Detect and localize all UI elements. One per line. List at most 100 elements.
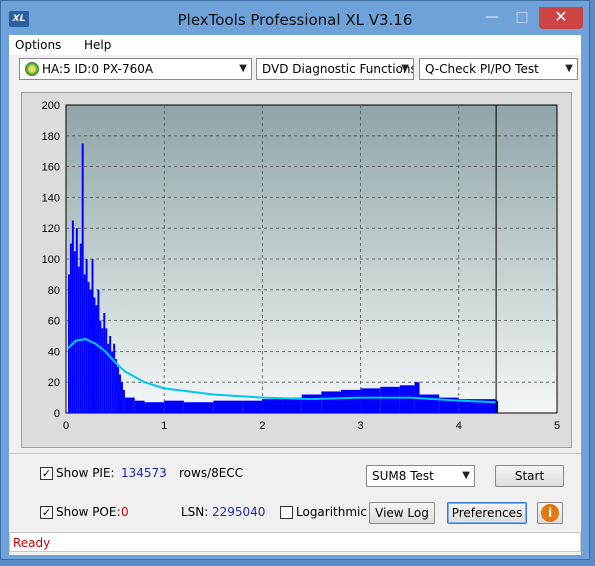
- logarithmic-label: Logarithmic: [296, 505, 367, 519]
- function-select-value: DVD Diagnostic Functions: [262, 62, 414, 76]
- pie-bar: [124, 397, 135, 413]
- function-select[interactable]: DVD Diagnostic Functions ▼: [256, 58, 414, 80]
- status-bar: Ready: [9, 532, 581, 552]
- test-select-value: Q-Check PI/PO Test: [425, 62, 539, 76]
- close-icon[interactable]: ✕: [539, 7, 583, 29]
- logarithmic-checkbox[interactable]: [280, 506, 293, 519]
- poe-value: 0: [121, 505, 129, 519]
- pie-bar: [213, 400, 243, 413]
- client-area: Options Help HA:5 ID:0 PX-760A ▼ DVD Dia…: [9, 35, 581, 555]
- pie-bar: [109, 336, 112, 413]
- pie-bar: [144, 402, 165, 413]
- menu-bar: Options Help: [9, 35, 581, 55]
- y-tick-label: 160: [42, 162, 60, 174]
- pie-bar: [262, 399, 283, 413]
- pie-bar: [75, 228, 78, 413]
- drive-select[interactable]: HA:5 ID:0 PX-760A ▼: [19, 58, 252, 80]
- pie-bar: [101, 328, 104, 413]
- x-tick-label: 2: [259, 420, 265, 432]
- pie-bar: [83, 274, 86, 413]
- drive-select-value: HA:5 ID:0 PX-760A: [42, 62, 154, 76]
- pie-bar: [117, 366, 120, 413]
- pie-bar: [399, 385, 415, 413]
- pie-bar: [69, 243, 72, 413]
- y-tick-label: 140: [42, 192, 60, 204]
- show-poe-checkbox[interactable]: ✓: [40, 506, 53, 519]
- pie-bar: [81, 143, 84, 413]
- pie-bar: [122, 389, 125, 413]
- sum-test-select[interactable]: SUM8 Test ▼: [366, 465, 475, 487]
- sum-test-value: SUM8 Test: [372, 469, 434, 483]
- pie-bar: [115, 359, 118, 413]
- x-tick-label: 3: [358, 420, 364, 432]
- pie-bar: [89, 289, 92, 413]
- pie-bar: [73, 251, 76, 413]
- y-tick-label: 0: [54, 408, 60, 420]
- menu-help[interactable]: Help: [84, 38, 111, 52]
- pie-bar: [113, 343, 116, 413]
- pie-bar: [97, 289, 100, 413]
- preferences-button[interactable]: Preferences: [447, 502, 527, 524]
- pie-bar: [282, 397, 302, 413]
- show-pie-checkbox[interactable]: ✓: [40, 467, 53, 480]
- y-tick-label: 200: [42, 100, 60, 112]
- y-tick-label: 180: [42, 131, 60, 143]
- y-tick-label: 20: [48, 377, 60, 389]
- show-poe-label: Show POE:: [56, 505, 121, 519]
- pie-bar: [164, 400, 184, 413]
- x-tick-label: 1: [161, 420, 167, 432]
- pie-bar: [93, 297, 96, 413]
- y-tick-label: 100: [42, 254, 60, 266]
- pie-bar: [103, 312, 106, 413]
- y-tick-label: 60: [48, 316, 60, 328]
- chart-panel: 0 20 40 60 80 100 120 140 160 180 200 0 1 2 3 4 5: [21, 92, 572, 448]
- pie-bar: [321, 391, 341, 413]
- controls-panel: ✓ Show PIE: 134573 rows/8ECC ✓ Show POE:…: [9, 453, 581, 529]
- y-tick-label: 80: [48, 285, 60, 297]
- chevron-down-icon: ▼: [462, 470, 470, 481]
- pie-bar: [105, 328, 108, 413]
- menu-options[interactable]: Options: [15, 38, 61, 52]
- minimize-icon[interactable]: —: [479, 7, 505, 29]
- info-icon: i: [541, 504, 559, 522]
- pie-bar: [380, 386, 400, 413]
- pie-bar: [91, 259, 94, 413]
- pie-bar: [85, 259, 88, 413]
- y-tick-label: 40: [48, 346, 60, 358]
- y-tick-label: 120: [42, 223, 60, 235]
- pie-bar: [79, 243, 82, 413]
- maximize-icon[interactable]: □: [509, 7, 535, 29]
- pie-bar: [134, 400, 145, 413]
- pie-bar: [242, 400, 263, 413]
- lsn-value: 2295040: [212, 505, 266, 519]
- show-pie-label: Show PIE:: [56, 466, 115, 480]
- title-bar[interactable]: XL PlexTools Professional XL V3.16 — □ ✕: [1, 1, 589, 35]
- pie-bar: [419, 394, 440, 413]
- lsn-label: LSN:: [181, 505, 209, 519]
- pie-bar: [360, 388, 381, 413]
- app-window: XL PlexTools Professional XL V3.16 — □ ✕…: [0, 0, 590, 560]
- pie-bar: [71, 220, 74, 413]
- pie-bar: [99, 320, 102, 413]
- x-tick-label: 4: [456, 420, 462, 432]
- status-text: Ready: [13, 536, 51, 550]
- pie-bar: [340, 389, 361, 413]
- pie-bar: [301, 394, 322, 413]
- chevron-down-icon: ▼: [565, 63, 573, 74]
- pi-po-chart: 0 20 40 60 80 100 120 140 160 180 200 0 1 2 3 4 5: [42, 100, 560, 432]
- pie-unit: rows/8ECC: [179, 466, 244, 480]
- chevron-down-icon: ▼: [401, 63, 409, 74]
- pie-value: 134573: [121, 466, 167, 480]
- pie-bar: [87, 282, 90, 413]
- pie-bar: [67, 274, 70, 413]
- x-tick-label: 5: [554, 420, 560, 432]
- x-tick-label: 0: [63, 420, 69, 432]
- disc-drive-icon: [25, 62, 39, 76]
- test-select[interactable]: Q-Check PI/PO Test ▼: [419, 58, 578, 80]
- pie-bar: [183, 402, 214, 413]
- start-button[interactable]: Start: [495, 465, 564, 487]
- info-button[interactable]: i: [537, 502, 563, 524]
- pie-bar: [95, 305, 98, 413]
- pie-bar: [120, 382, 123, 413]
- view-log-button[interactable]: View Log: [369, 502, 435, 524]
